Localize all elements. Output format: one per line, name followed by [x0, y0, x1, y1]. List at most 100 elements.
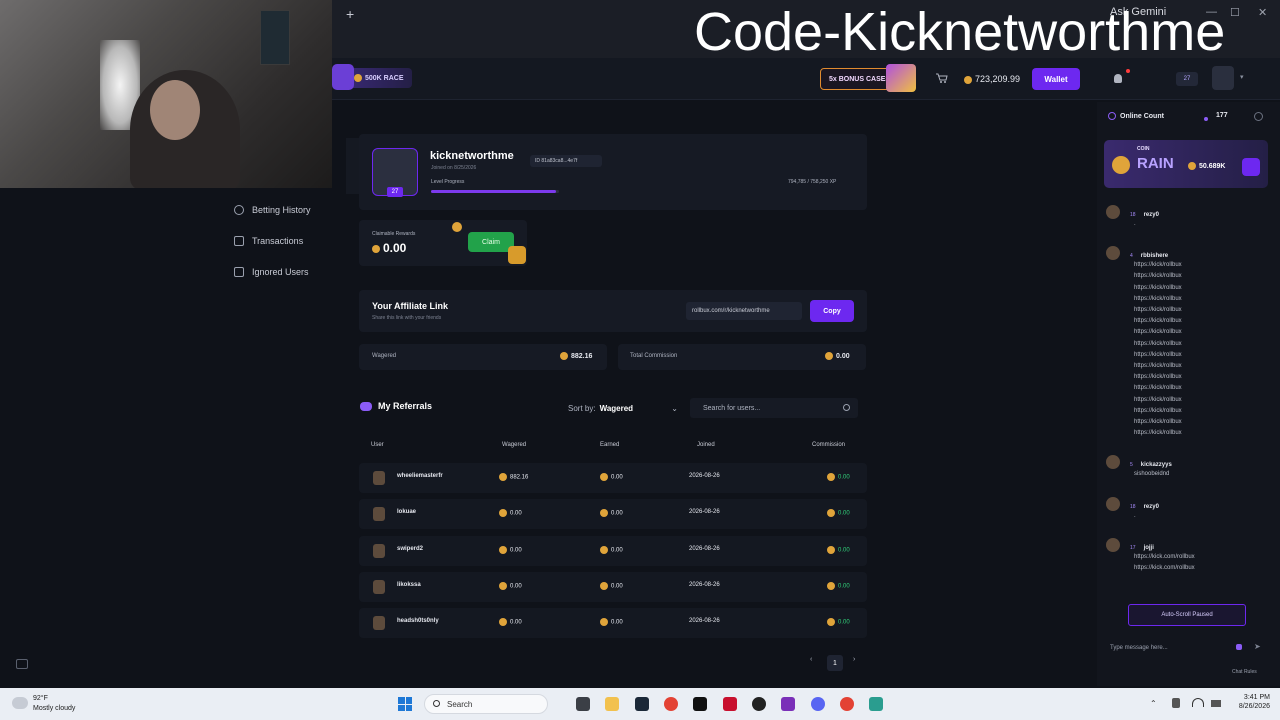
app-icon[interactable] — [693, 697, 707, 711]
table-row[interactable]: headsh0ts0nly 0.00 0.00 2026-08-26 0.00 — [359, 608, 867, 639]
weather-desc[interactable]: Mostly cloudy — [33, 705, 75, 712]
file-explorer-icon[interactable] — [605, 697, 619, 711]
emoji-icon[interactable] — [1236, 644, 1242, 650]
task-view-icon[interactable] — [576, 697, 590, 711]
prev-page-button[interactable]: ‹ — [810, 656, 812, 663]
user-avatar — [373, 579, 385, 594]
volume-icon[interactable] — [1211, 700, 1221, 707]
chat-rules-link[interactable]: Chat Rules — [1232, 669, 1257, 675]
bonus-case-image — [886, 64, 916, 92]
rewards-amount: 0.00 — [383, 241, 407, 255]
search-placeholder: Search for users... — [703, 404, 761, 412]
sidebar-item-label: Betting History — [252, 205, 311, 215]
chat-user-level: 18 — [1130, 503, 1136, 510]
windows-start-icon[interactable] — [398, 697, 412, 711]
wallet-button[interactable]: Wallet — [1032, 68, 1080, 90]
autoscroll-paused-button[interactable]: Auto-Scroll Paused — [1128, 604, 1246, 626]
maximize-icon[interactable]: ☐ — [1230, 6, 1240, 19]
sidebar-item-ignored-users[interactable]: Ignored Users — [228, 258, 346, 286]
table-row[interactable]: likokssa 0.00 0.00 2026-08-26 0.00 — [359, 571, 867, 602]
chat-username[interactable]: rezy0 — [1144, 504, 1159, 510]
new-tab-button[interactable]: + — [346, 6, 354, 22]
profile-id-copy[interactable]: ID 81a83ca8...4e7f — [530, 155, 602, 167]
obs-icon[interactable] — [781, 697, 795, 711]
referral-joined: 2026-08-26 — [689, 509, 720, 516]
chat-settings-icon[interactable] — [1254, 112, 1263, 121]
profile-nav-strip — [346, 138, 360, 194]
affiliate-link-field[interactable]: rollbux.com/r/kicknetworthme — [686, 302, 802, 320]
referral-username[interactable]: headsh0ts0nly — [397, 618, 439, 624]
wagered-label: Wagered — [372, 353, 397, 359]
balance-value: 723,209.99 — [975, 74, 1021, 84]
chat-message-header: 18 rezy0 — [1130, 495, 1159, 513]
chat-username[interactable]: rbbishere — [1141, 253, 1168, 259]
chrome-icon[interactable] — [664, 697, 678, 711]
column-header-user: User — [371, 442, 384, 448]
coin-icon — [1188, 162, 1196, 170]
table-row[interactable]: swiperd2 0.00 0.00 2026-08-26 0.00 — [359, 535, 867, 566]
chat-avatar[interactable] — [1106, 537, 1120, 552]
cloud-icon — [12, 697, 28, 709]
user-avatar-menu[interactable] — [1212, 66, 1234, 90]
page-number-button[interactable]: 1 — [827, 655, 843, 671]
chat-username[interactable]: jojji — [1144, 545, 1154, 551]
chat-username[interactable]: kickazzyys — [1141, 462, 1172, 468]
rain-amount-value: 50.689K — [1199, 162, 1226, 170]
taskbar-clock[interactable]: 3:41 PM 8/26/2026 — [1228, 694, 1270, 710]
mic-icon[interactable] — [1172, 698, 1180, 708]
table-row[interactable]: lokuae 0.00 0.00 2026-08-26 0.00 — [359, 499, 867, 530]
chat-avatar[interactable] — [1106, 496, 1120, 511]
xp-text: 794,785 / 758,250 XP — [788, 179, 837, 185]
app-icon[interactable] — [752, 697, 766, 711]
column-header-commission: Commission — [812, 442, 846, 448]
chevron-down-icon[interactable]: ▾ — [1240, 73, 1244, 81]
chat-username[interactable]: rezy0 — [1144, 212, 1159, 218]
sidebar-item-betting-history[interactable]: Betting History — [228, 196, 346, 224]
rain-tip-button[interactable] — [1242, 158, 1260, 176]
chrome-icon[interactable] — [840, 697, 854, 711]
referral-username[interactable]: swiperd2 — [397, 546, 423, 552]
sort-dropdown[interactable]: Sort by: Wagered ⌄ — [562, 398, 684, 418]
next-page-button[interactable]: › — [853, 656, 855, 663]
cart-icon[interactable] — [936, 73, 948, 83]
chat-user-level: 5 — [1130, 462, 1133, 469]
steam-icon[interactable] — [635, 697, 649, 711]
app-icon[interactable] — [723, 697, 737, 711]
level-badge[interactable]: 27 — [1176, 72, 1198, 86]
discord-icon[interactable] — [811, 697, 825, 711]
referral-username[interactable]: wheeliemasterfr — [397, 473, 443, 479]
app-icon[interactable] — [869, 697, 883, 711]
user-block-icon — [234, 267, 244, 277]
chat-message-text: https://kick/rollbux — [1134, 374, 1182, 381]
webcam-overlay — [0, 0, 332, 188]
chat-toggle-icon[interactable] — [16, 659, 28, 669]
referral-commission: 0.00 — [827, 509, 850, 518]
race-label: 500K RACE — [365, 74, 404, 82]
tray-chevron-icon[interactable]: ⌃ — [1150, 699, 1157, 708]
copy-link-button[interactable]: Copy — [810, 300, 854, 322]
rain-label: COIN — [1137, 146, 1150, 152]
referral-username[interactable]: lokuae — [397, 509, 416, 515]
wifi-icon[interactable] — [1192, 698, 1204, 707]
chat-user-level: 18 — [1130, 212, 1136, 218]
coin-icon — [827, 545, 835, 554]
weather-temp[interactable]: 92°F — [33, 695, 48, 702]
referral-username[interactable]: likokssa — [397, 582, 421, 588]
commission-amount: 0.00 — [836, 352, 850, 360]
send-icon[interactable]: ➤ — [1254, 642, 1261, 651]
sidebar-item-transactions[interactable]: Transactions — [228, 227, 346, 255]
chat-message-text: https://kick/rollbux — [1134, 273, 1182, 280]
chat-avatar[interactable] — [1106, 205, 1120, 219]
chat-message-input[interactable]: Type message here... — [1104, 639, 1268, 657]
user-avatar — [373, 507, 385, 522]
online-icon — [1108, 112, 1116, 120]
search-icon[interactable] — [843, 404, 850, 411]
taskbar-search[interactable]: Search — [424, 694, 548, 714]
table-row[interactable]: wheeliemasterfr 882.16 0.00 2026-08-26 0.00 — [359, 463, 867, 493]
referral-commission: 0.00 — [827, 618, 850, 627]
search-users-input[interactable]: Search for users... — [690, 398, 858, 418]
site-logo[interactable] — [332, 64, 354, 90]
bell-icon[interactable] — [1114, 74, 1122, 83]
close-icon[interactable]: ✕ — [1258, 6, 1267, 19]
user-avatar — [373, 543, 385, 558]
